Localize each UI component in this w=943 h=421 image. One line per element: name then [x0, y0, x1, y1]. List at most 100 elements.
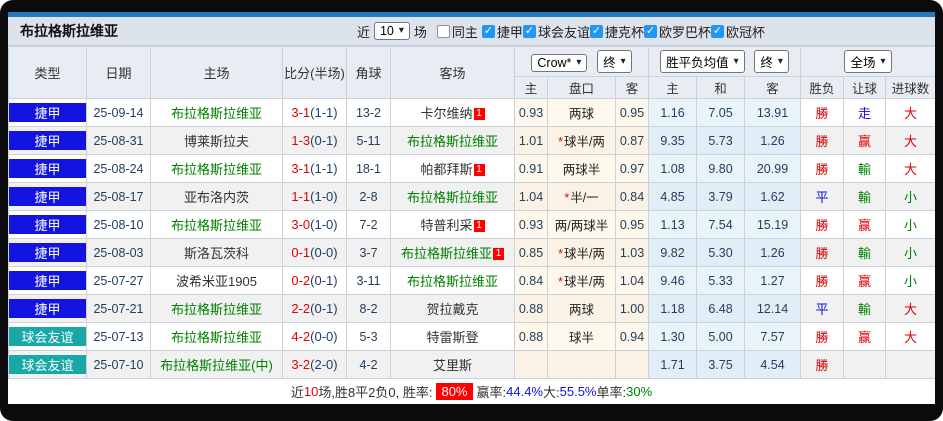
fulltime-score: 4-2: [291, 329, 310, 344]
team-name[interactable]: 帕都拜斯: [420, 162, 472, 177]
cell-asian-away-odds: 0.94: [616, 323, 649, 351]
cell-result-wdl: 勝: [801, 323, 844, 351]
chevron-down-icon: ▾: [621, 57, 626, 67]
footer-part: 场,胜8平2负0, 胜率:: [318, 382, 432, 401]
league-filter-label: 球会友谊: [538, 22, 590, 41]
asian-state-value: 终: [603, 52, 616, 71]
fulltime-score: 3-1: [291, 161, 310, 176]
cell-result-wdl: 勝: [801, 239, 844, 267]
team-name[interactable]: 布拉格斯拉维亚: [171, 162, 262, 177]
team-name[interactable]: 布拉格斯拉维亚: [171, 302, 262, 317]
table-row: 球会友谊25-07-10布拉格斯拉维亚(中)3-2(2-0)4-2艾里斯1.71…: [9, 351, 936, 379]
euro-avg-select[interactable]: 胜平负均值 ▾: [660, 50, 745, 73]
league-filter-1[interactable]: ✓捷甲: [482, 22, 523, 41]
league-badge: 捷甲: [9, 299, 86, 318]
cell-result-goals: 大: [886, 295, 935, 323]
checkbox-icon[interactable]: ✓: [590, 25, 603, 38]
footer-part: 30%: [626, 384, 652, 399]
cell-score: 3-1(1-1): [283, 155, 347, 183]
cell-asian-handicap: 两球半: [548, 155, 616, 183]
cell-euro-home-odds: 1.18: [649, 295, 697, 323]
halftime-score: (1-1): [310, 161, 337, 176]
league-filter-3[interactable]: ✓捷克杯: [590, 22, 644, 41]
team-name[interactable]: 布拉格斯拉维亚: [171, 106, 262, 121]
cell-league: 捷甲: [9, 99, 87, 127]
fulltime-score: 2-2: [291, 301, 310, 316]
team-name[interactable]: 布拉格斯拉维亚: [171, 218, 262, 233]
team-name[interactable]: 波希米亚1905: [176, 274, 257, 289]
matches-label: 场: [414, 22, 427, 41]
team-name[interactable]: 布拉格斯拉维亚(中): [160, 358, 273, 373]
cell-euro-away-odds: 13.91: [745, 99, 801, 127]
checkbox-icon[interactable]: ✓: [482, 25, 495, 38]
cell-date: 25-07-21: [87, 295, 151, 323]
cell-result-goals: 小: [886, 211, 935, 239]
col-euro-away: 客: [745, 77, 801, 99]
team-name[interactable]: 特雷斯登: [426, 330, 478, 345]
same-home-checkbox[interactable]: 同主: [437, 22, 478, 41]
checkbox-icon[interactable]: ✓: [523, 25, 536, 38]
team-name[interactable]: 布拉格斯拉维亚: [407, 134, 498, 149]
asian-state-select[interactable]: 终 ▾: [597, 50, 632, 73]
cell-away-team: 卡尔维纳1: [391, 99, 515, 127]
checkbox-icon[interactable]: [437, 25, 450, 38]
cell-euro-draw-odds: 5.73: [697, 127, 745, 155]
cell-corner: 3-11: [347, 267, 391, 295]
team-name[interactable]: 布拉格斯拉维亚: [171, 330, 262, 345]
scope-select[interactable]: 全场 ▾: [844, 50, 891, 73]
bookmaker-select[interactable]: Crow* ▾: [531, 54, 587, 72]
team-name[interactable]: 博莱斯拉夫: [184, 134, 249, 149]
cell-result-wdl: 勝: [801, 155, 844, 183]
table-row: 捷甲25-09-14布拉格斯拉维亚3-1(1-1)13-2卡尔维纳10.93两球…: [9, 99, 936, 127]
chevron-down-icon: ▾: [734, 57, 739, 67]
footer-part: 10: [304, 384, 318, 399]
team-name[interactable]: 特普利采: [420, 218, 472, 233]
team-name[interactable]: 艾里斯: [433, 358, 472, 373]
team-name[interactable]: 斯洛瓦茨科: [184, 246, 249, 261]
cell-score: 3-2(2-0): [283, 351, 347, 379]
cell-result-goals: [886, 351, 935, 379]
team-name[interactable]: 卡尔维纳: [420, 106, 472, 121]
cell-asian-home-odds: 0.84: [515, 267, 548, 295]
team-name[interactable]: 布拉格斯拉维亚: [407, 274, 498, 289]
col-asian-line: 盘口: [548, 77, 616, 99]
league-filter-2[interactable]: ✓球会友谊: [523, 22, 590, 41]
league-filter-5[interactable]: ✓欧冠杯: [711, 22, 765, 41]
cell-asian-away-odds: 0.95: [616, 99, 649, 127]
league-badge: 球会友谊: [9, 355, 86, 374]
table-row: 捷甲25-07-21布拉格斯拉维亚2-2(0-1)8-2贺拉戴克0.88两球1.…: [9, 295, 936, 323]
cell-euro-away-odds: 1.62: [745, 183, 801, 211]
result-group: 全场 ▾: [801, 47, 935, 77]
cell-result-goals: 小: [886, 183, 935, 211]
cell-home-team: 斯洛瓦茨科: [151, 239, 283, 267]
col-date: 日期: [87, 47, 151, 99]
halftime-score: (1-1): [310, 105, 337, 120]
team-name[interactable]: 亚布洛内茨: [184, 190, 249, 205]
cell-euro-draw-odds: 7.54: [697, 211, 745, 239]
team-name[interactable]: 贺拉戴克: [426, 302, 478, 317]
cell-score: 2-2(0-1): [283, 295, 347, 323]
checkbox-icon[interactable]: ✓: [711, 25, 724, 38]
checkbox-icon[interactable]: ✓: [644, 25, 657, 38]
league-badge: 捷甲: [9, 215, 86, 234]
league-filter-label: 捷甲: [497, 22, 523, 41]
cell-asian-handicap: *球半/两: [548, 267, 616, 295]
team-name[interactable]: 布拉格斯拉维亚: [401, 246, 492, 261]
col-result-handicap: 让球: [844, 77, 886, 99]
chevron-down-icon: ▾: [576, 58, 581, 68]
match-count-select[interactable]: 10 ▾: [374, 22, 410, 40]
table-row: 捷甲25-08-10布拉格斯拉维亚3-0(1-0)7-2特普利采10.93两/两…: [9, 211, 936, 239]
near-label: 近: [357, 22, 370, 41]
cell-score: 0-2(0-1): [283, 267, 347, 295]
euro-state-select[interactable]: 终 ▾: [754, 50, 789, 73]
star-icon: *: [558, 247, 563, 261]
cell-league: 捷甲: [9, 183, 87, 211]
fulltime-score: 3-0: [291, 217, 310, 232]
footer-part: 单率:: [597, 382, 627, 401]
cell-date: 25-08-31: [87, 127, 151, 155]
footer-summary: 近10场,胜8平2负0, 胜率:80% 赢率:44.4% 大:55.5% 单率:…: [8, 379, 935, 404]
cell-corner: 5-11: [347, 127, 391, 155]
league-badge: 捷甲: [9, 243, 86, 262]
team-name[interactable]: 布拉格斯拉维亚: [407, 190, 498, 205]
league-filter-4[interactable]: ✓欧罗巴杯: [644, 22, 711, 41]
